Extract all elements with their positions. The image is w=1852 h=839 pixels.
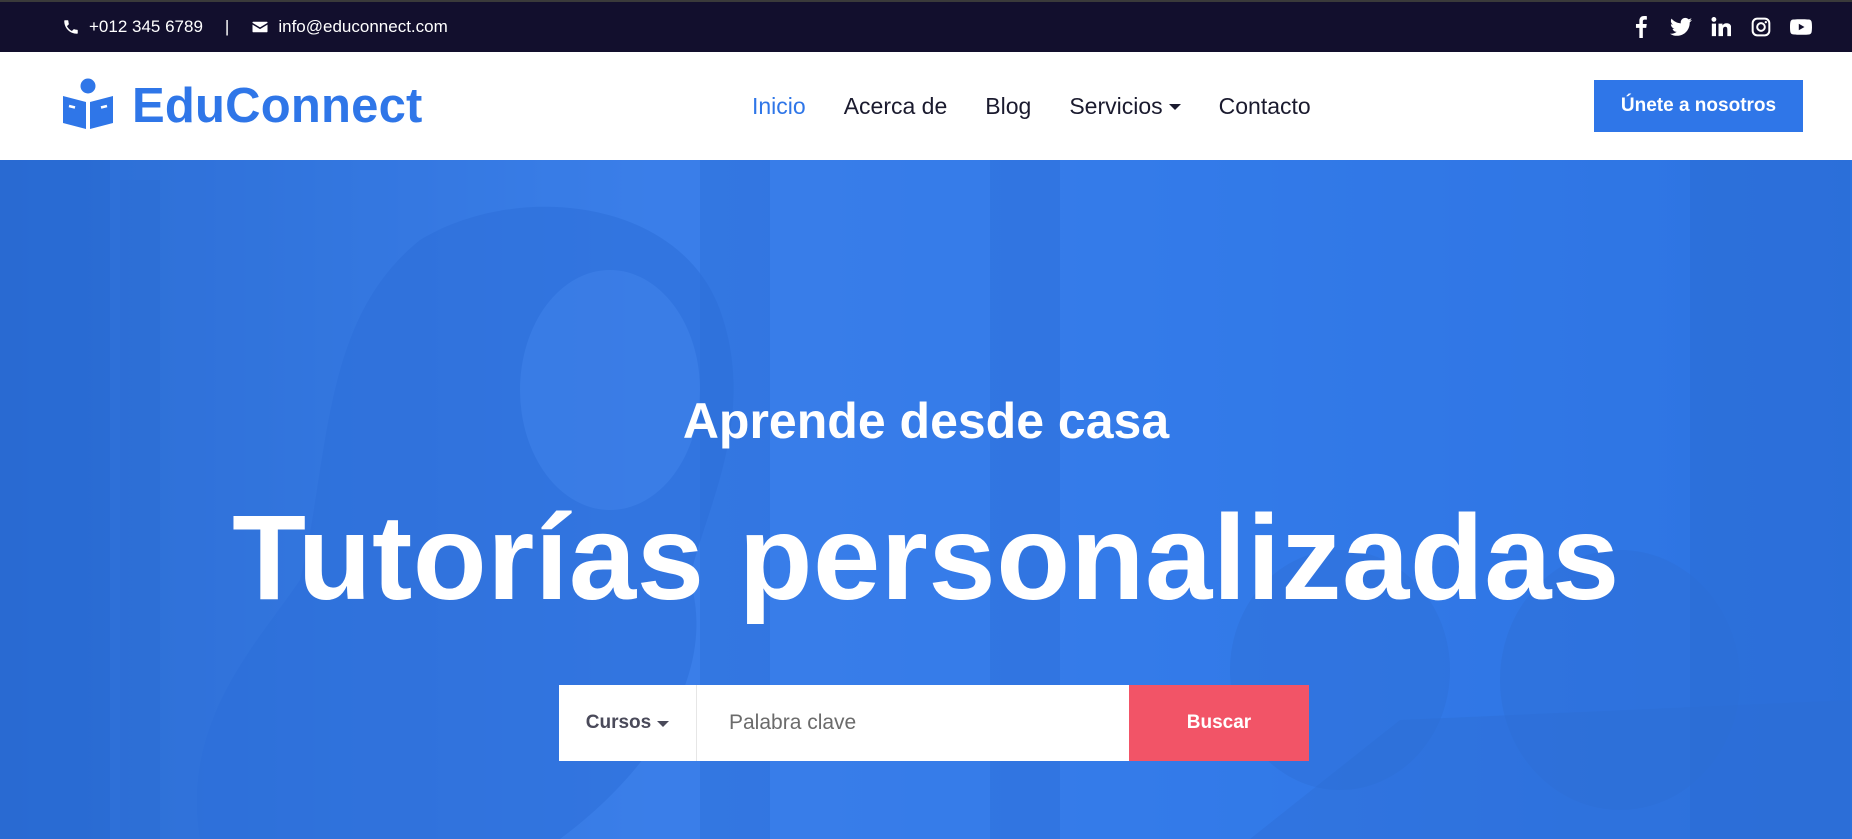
email-address[interactable]: info@educonnect.com <box>278 17 447 37</box>
main-navbar: EduConnect Inicio Acerca de Blog Servici… <box>0 52 1852 160</box>
nav-item-servicios-dropdown[interactable]: Servicios <box>1069 92 1181 120</box>
nav-menu: Inicio Acerca de Blog Servicios Contacto <box>752 52 1349 160</box>
category-dropdown-label: Cursos <box>585 712 652 733</box>
caret-down-icon <box>1168 104 1181 110</box>
envelope-icon <box>251 18 269 36</box>
hero-title: Tutorías personalizadas <box>232 489 1620 625</box>
nav-item-contacto[interactable]: Contacto <box>1219 93 1311 120</box>
nav-item-servicios-label: Servicios <box>1069 92 1163 119</box>
category-dropdown[interactable]: Cursos <box>559 685 697 761</box>
social-links <box>1630 2 1812 52</box>
contact-info: +012 345 6789 | info@educonnect.com <box>62 2 448 52</box>
instagram-icon[interactable] <box>1750 16 1772 38</box>
hero-subtitle: Aprende desde casa <box>682 393 1170 449</box>
facebook-icon[interactable] <box>1630 16 1652 38</box>
contact-separator: | <box>224 17 230 36</box>
nav-item-inicio[interactable]: Inicio <box>752 93 806 120</box>
keyword-search-input[interactable] <box>697 685 1129 761</box>
linkedin-icon[interactable] <box>1710 16 1732 38</box>
twitter-icon[interactable] <box>1670 16 1692 38</box>
top-bar: +012 345 6789 | info@educonnect.com <box>0 0 1852 52</box>
nav-item-acerca-de[interactable]: Acerca de <box>844 93 948 120</box>
brand-logo[interactable]: EduConnect <box>62 76 423 136</box>
join-us-button[interactable]: Únete a nosotros <box>1594 80 1803 132</box>
caret-down-icon <box>657 721 670 727</box>
youtube-icon[interactable] <box>1790 16 1812 38</box>
phone-number[interactable]: +012 345 6789 <box>89 17 203 37</box>
phone-icon <box>62 18 80 36</box>
course-search-bar: Cursos Buscar <box>559 685 1309 761</box>
brand-name: EduConnect <box>132 79 423 133</box>
search-button[interactable]: Buscar <box>1129 685 1309 761</box>
reader-book-icon <box>62 78 114 135</box>
nav-item-blog[interactable]: Blog <box>985 93 1031 120</box>
hero-section: Aprende desde casa Tutorías personalizad… <box>0 160 1852 839</box>
